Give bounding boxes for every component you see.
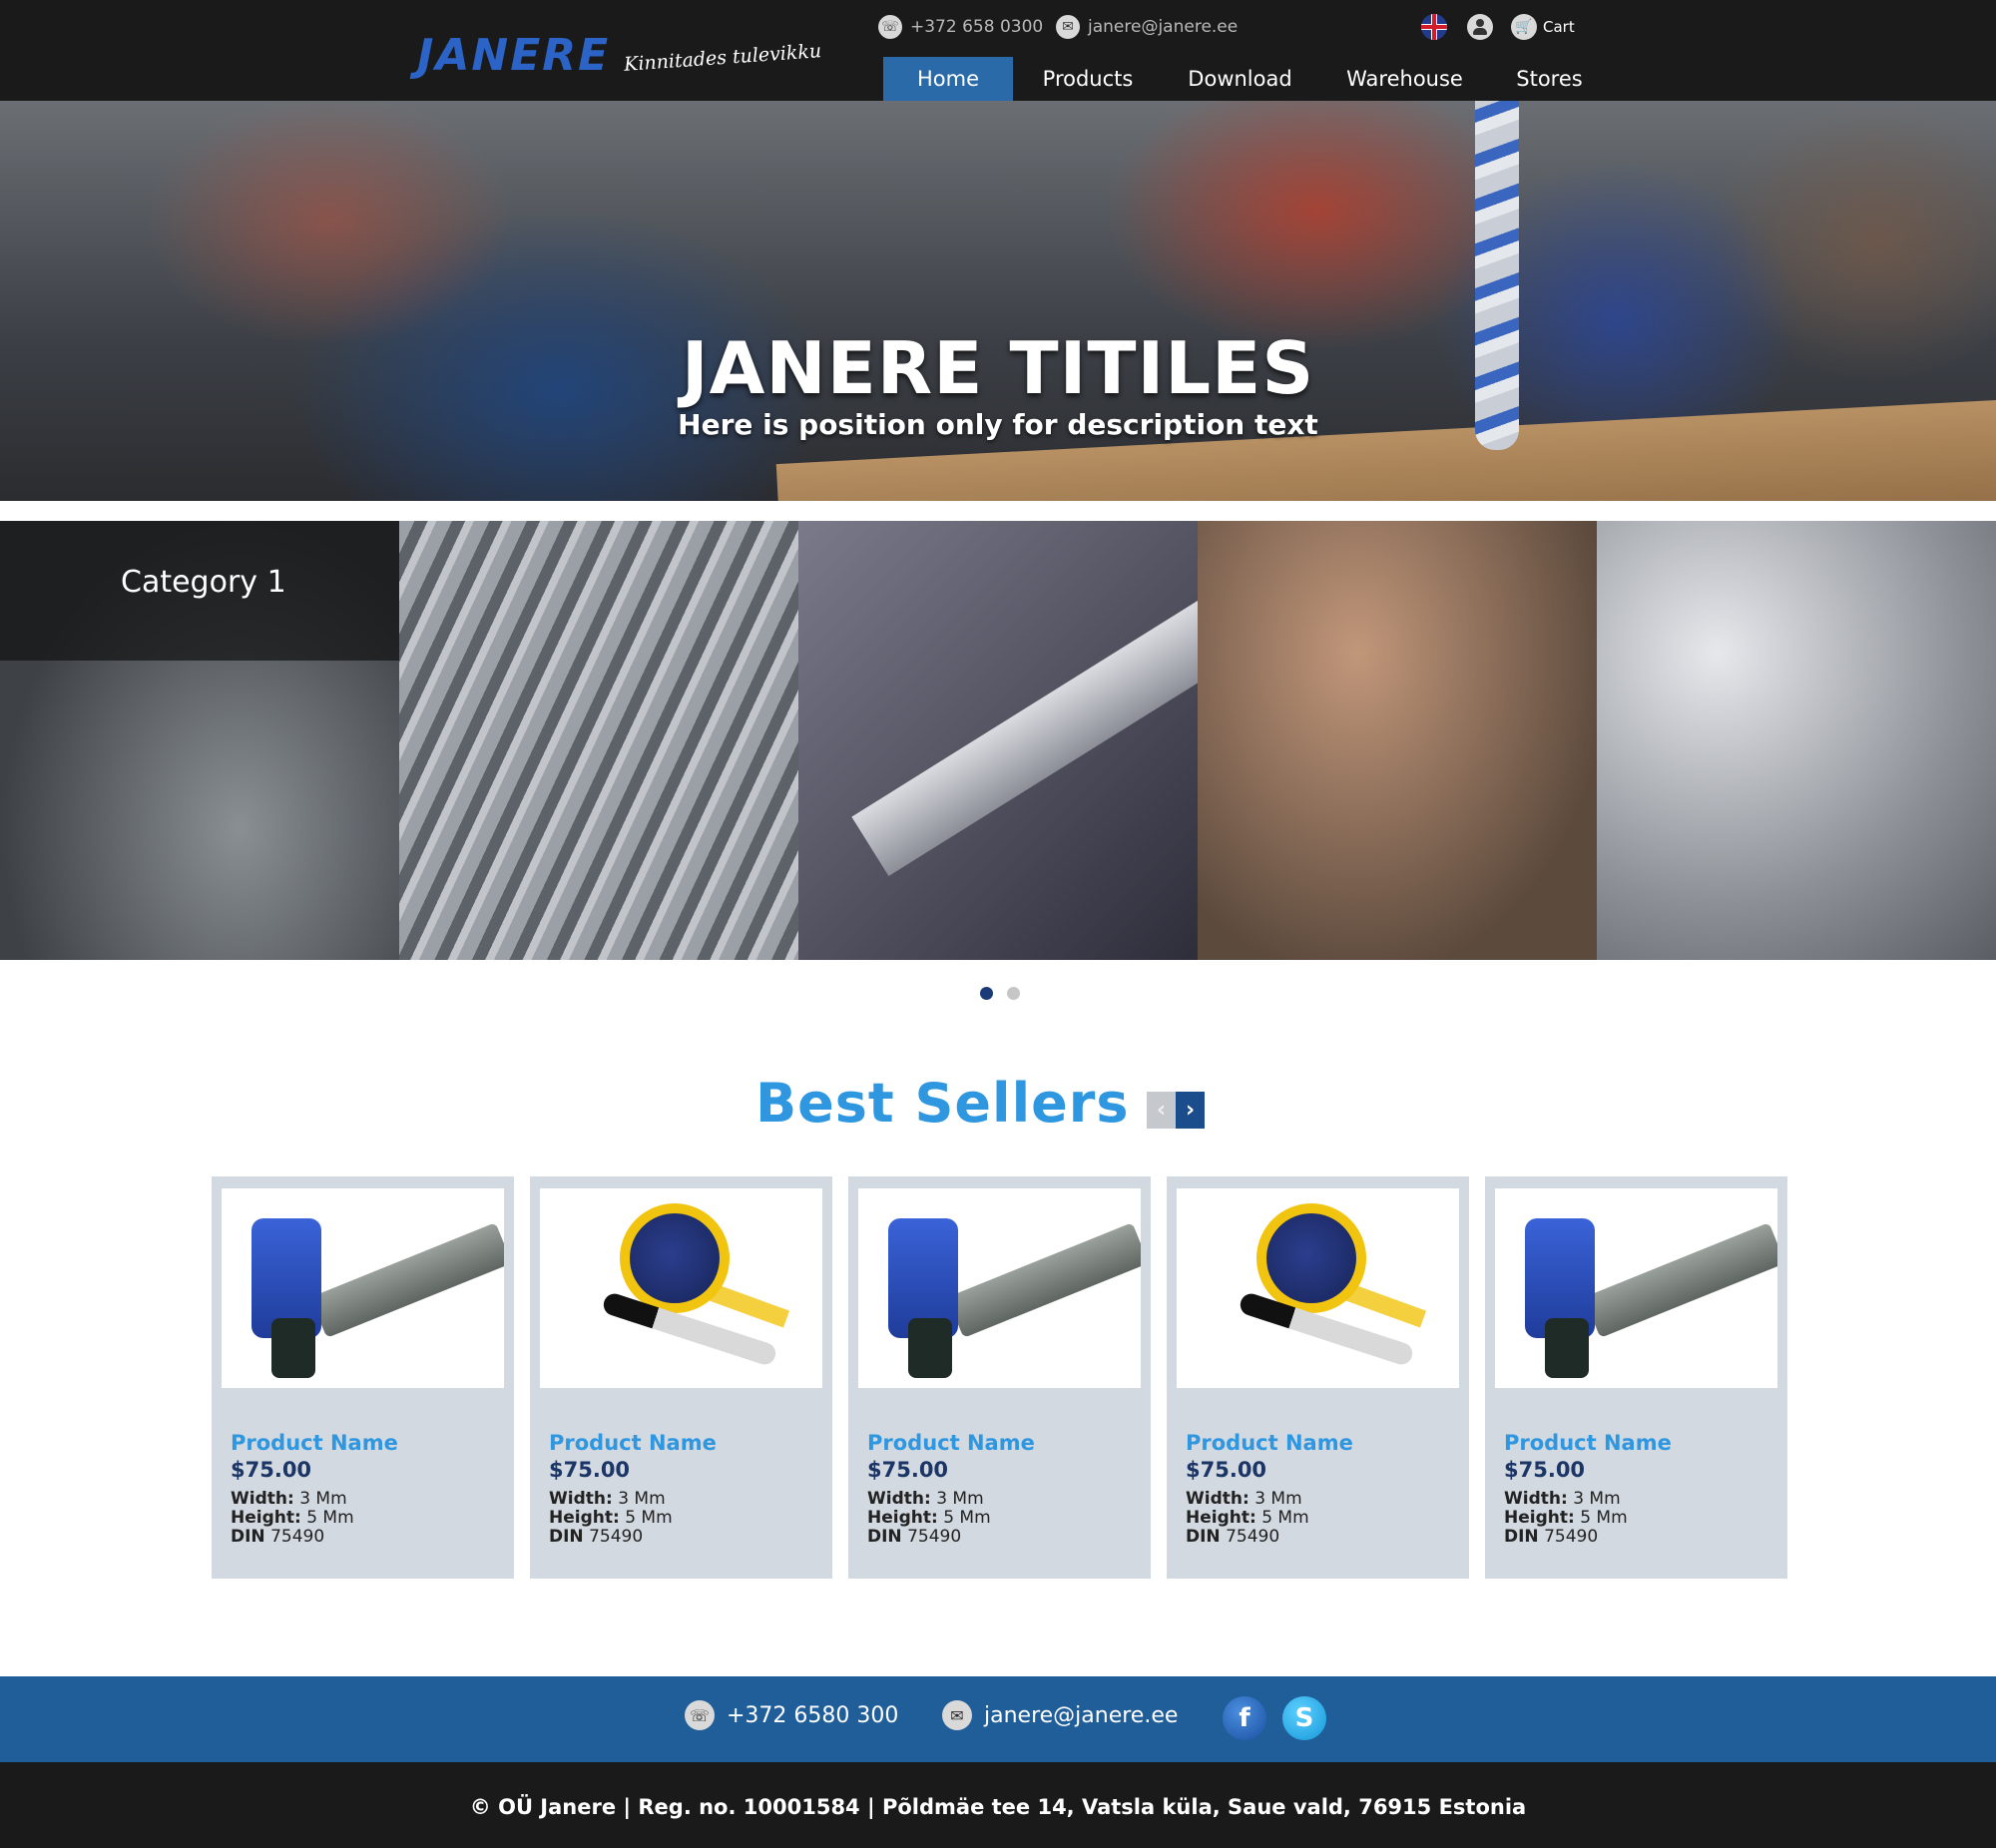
category-tile-drilling[interactable] — [1198, 521, 1597, 960]
product-price: $75.00 — [1186, 1458, 1267, 1482]
product-width: Width: 3 Mm — [231, 1489, 347, 1509]
product-height: Height: 5 Mm — [867, 1508, 991, 1528]
header-phone-text: +372 658 0300 — [910, 17, 1044, 37]
product-din: DIN 75490 — [549, 1527, 644, 1547]
product-width: Width: 3 Mm — [867, 1489, 984, 1509]
carousel-dots — [980, 987, 1020, 1000]
product-image-nail-gun[interactable] — [1495, 1188, 1777, 1388]
header-email[interactable]: ✉ janere@janere.ee — [1056, 14, 1238, 40]
hero-title: JANERE TITILES — [681, 326, 1315, 410]
next-arrow-button[interactable]: › — [1176, 1092, 1205, 1129]
logo-wordmark: JANERE — [417, 30, 611, 81]
phone-icon: ☏ — [878, 15, 902, 39]
product-card[interactable]: Product Name $75.00 Width: 3 Mm Height: … — [212, 1176, 514, 1579]
category-tile-screws[interactable] — [399, 521, 798, 960]
category-label: Category 1 — [121, 565, 286, 600]
product-height: Height: 5 Mm — [1504, 1508, 1628, 1528]
product-din: DIN 75490 — [1186, 1527, 1280, 1547]
product-price: $75.00 — [867, 1458, 949, 1482]
logo-tagline: Kinnitades tulevikku — [623, 39, 823, 76]
product-price: $75.00 — [231, 1458, 312, 1482]
prev-arrow-button[interactable]: ‹ — [1147, 1092, 1176, 1129]
product-height: Height: 5 Mm — [1186, 1508, 1309, 1528]
footer-email[interactable]: ✉ janere@janere.ee — [942, 1700, 1178, 1730]
category-tile-profiles[interactable] — [798, 521, 1198, 960]
footer-legal-bar: © OÜ Janere | Reg. no. 10001584 | Põldmä… — [0, 1762, 1996, 1848]
copyright-text: © OÜ Janere | Reg. no. 10001584 | Põldmä… — [469, 1795, 1527, 1819]
product-width: Width: 3 Mm — [1504, 1489, 1621, 1509]
product-image-tape-measure[interactable] — [1177, 1188, 1459, 1388]
uk-flag-icon[interactable] — [1421, 14, 1447, 40]
product-card[interactable]: Product Name $75.00 Width: 3 Mm Height: … — [1485, 1176, 1787, 1579]
carousel-dot-2[interactable] — [1007, 987, 1020, 1000]
best-sellers-title: Best Sellers — [755, 1072, 1130, 1135]
email-icon: ✉ — [942, 1700, 972, 1730]
product-name[interactable]: Product Name — [1186, 1431, 1353, 1455]
header-phone[interactable]: ☏ +372 658 0300 — [878, 14, 1043, 40]
header-email-text: janere@janere.ee — [1088, 17, 1239, 37]
product-card[interactable]: Product Name $75.00 Width: 3 Mm Height: … — [848, 1176, 1151, 1579]
footer-phone[interactable]: ☏ +372 6580 300 — [685, 1700, 898, 1730]
hero-subtitle: Here is position only for description te… — [678, 408, 1318, 441]
product-name[interactable]: Product Name — [549, 1431, 717, 1455]
product-price: $75.00 — [1504, 1458, 1586, 1482]
site-header: JANERE Kinnitades tulevikku ☏ +372 658 0… — [0, 0, 1996, 101]
janere-logo[interactable]: JANERE Kinnitades tulevikku — [417, 30, 822, 81]
email-icon: ✉ — [1056, 15, 1080, 39]
carousel-dot-1[interactable] — [980, 987, 993, 1000]
product-image-nail-gun[interactable] — [858, 1188, 1141, 1388]
product-din: DIN 75490 — [867, 1527, 962, 1547]
product-image-tape-measure[interactable] — [540, 1188, 822, 1388]
product-price: $75.00 — [549, 1458, 631, 1482]
cart-label: Cart — [1543, 18, 1575, 36]
best-sellers-arrows: ‹ › — [1147, 1092, 1205, 1129]
product-din: DIN 75490 — [231, 1527, 325, 1547]
product-height: Height: 5 Mm — [231, 1508, 354, 1528]
product-card[interactable]: Product Name $75.00 Width: 3 Mm Height: … — [530, 1176, 832, 1579]
nav-home[interactable]: Home — [883, 57, 1013, 101]
phone-icon: ☏ — [685, 1700, 715, 1730]
category-carousel: Category 1 — [0, 521, 1996, 960]
facebook-icon[interactable]: f — [1223, 1696, 1266, 1740]
footer-phone-text: +372 6580 300 — [727, 1702, 899, 1728]
product-name[interactable]: Product Name — [1504, 1431, 1672, 1455]
nav-products[interactable]: Products — [1013, 57, 1163, 101]
product-width: Width: 3 Mm — [1186, 1489, 1302, 1509]
footer-email-text: janere@janere.ee — [984, 1702, 1179, 1728]
product-image-nail-gun[interactable] — [222, 1188, 504, 1388]
category-tile-flanges[interactable] — [1597, 521, 1996, 960]
product-din: DIN 75490 — [1504, 1527, 1599, 1547]
product-name[interactable]: Product Name — [231, 1431, 398, 1455]
hero-banner: JANERE TITILES Here is position only for… — [0, 101, 1996, 501]
main-nav: Home Products Download Warehouse Stores — [883, 57, 1607, 101]
nav-download[interactable]: Download — [1163, 57, 1317, 101]
cart-icon: 🛒 — [1511, 14, 1537, 40]
product-name[interactable]: Product Name — [867, 1431, 1035, 1455]
cart-button[interactable]: 🛒 Cart — [1511, 14, 1575, 40]
skype-icon[interactable]: S — [1282, 1696, 1326, 1740]
category-tile-tools[interactable]: Category 1 — [0, 521, 399, 960]
footer-contact-bar: ☏ +372 6580 300 ✉ janere@janere.ee f S — [0, 1676, 1996, 1762]
product-height: Height: 5 Mm — [549, 1508, 673, 1528]
product-width: Width: 3 Mm — [549, 1489, 666, 1509]
user-icon[interactable] — [1467, 14, 1493, 40]
nav-warehouse[interactable]: Warehouse — [1317, 57, 1492, 101]
nav-stores[interactable]: Stores — [1492, 57, 1607, 101]
product-card[interactable]: Product Name $75.00 Width: 3 Mm Height: … — [1167, 1176, 1469, 1579]
product-list: Product Name $75.00 Width: 3 Mm Height: … — [212, 1176, 1787, 1579]
